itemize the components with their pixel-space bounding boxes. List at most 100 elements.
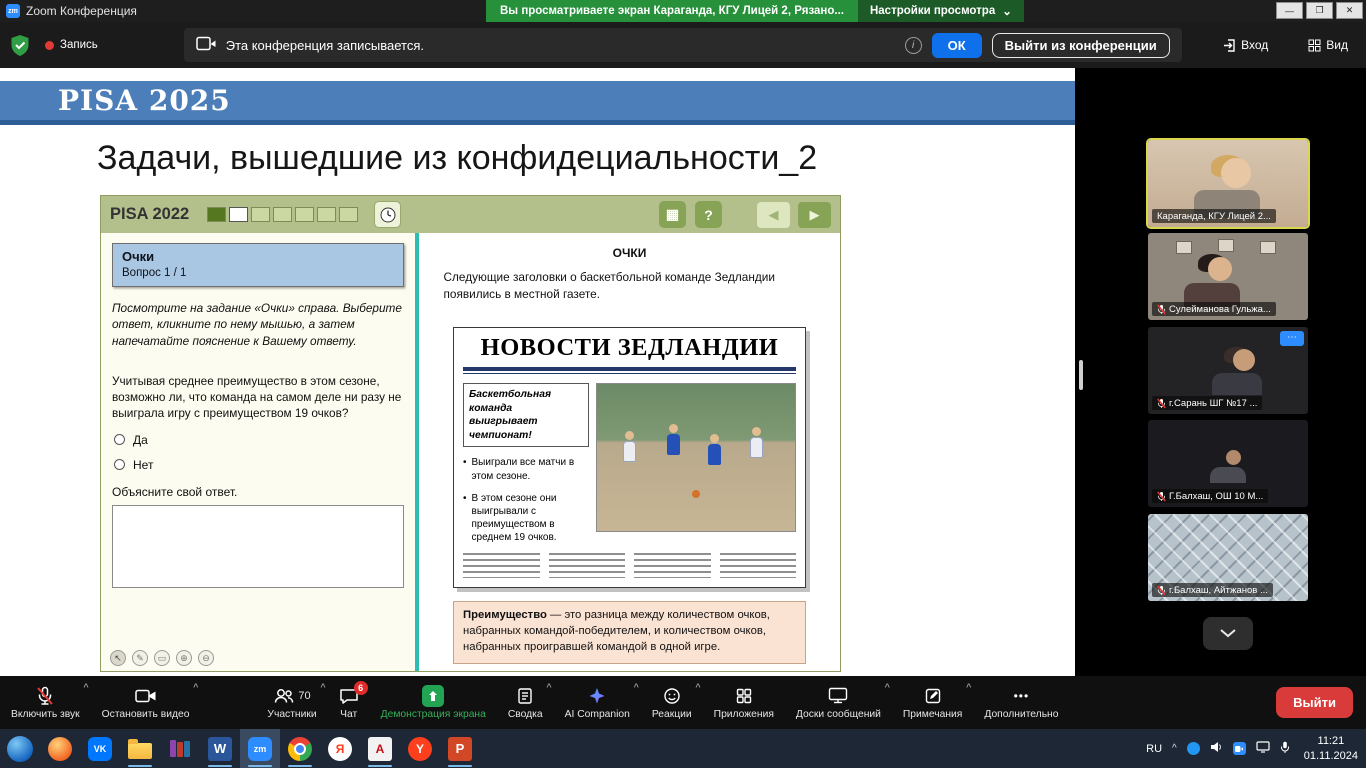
taskbar-word-button[interactable]: W xyxy=(200,729,240,768)
tray-zoom-icon[interactable] xyxy=(1233,742,1246,755)
cursor-tool-icon[interactable]: ↖ xyxy=(110,650,126,666)
progress-segment xyxy=(295,207,314,222)
smiley-icon xyxy=(663,686,681,706)
info-icon[interactable]: i xyxy=(905,37,922,54)
task-title: Очки xyxy=(122,249,394,264)
chevron-up-icon[interactable]: ^ xyxy=(320,682,325,692)
zoom-app-icon: zm xyxy=(6,4,20,18)
collapse-videos-button[interactable] xyxy=(1203,617,1253,650)
taskbar-chrome-button[interactable] xyxy=(280,729,320,768)
view-settings-dropdown[interactable]: Настройки просмотра ⌄ xyxy=(858,0,1024,22)
taskbar-yandex-button[interactable]: Я xyxy=(320,729,360,768)
more-button[interactable]: ••• Дополнительно xyxy=(973,676,1069,729)
view-settings-label: Настройки просмотра xyxy=(870,5,995,17)
notes-label: Примечания xyxy=(903,709,962,720)
restore-button[interactable]: ❐ xyxy=(1306,2,1333,19)
leave-meeting-button[interactable]: Выйти из конференции xyxy=(992,33,1170,58)
taskbar-winrar-button[interactable] xyxy=(160,729,200,768)
more-dots-icon: ••• xyxy=(1014,686,1030,706)
next-question-button[interactable]: ▶ xyxy=(798,202,831,228)
language-indicator[interactable]: RU xyxy=(1146,743,1162,755)
ai-companion-label: AI Companion xyxy=(565,709,630,720)
tray-expand-icon[interactable]: ^ xyxy=(1172,743,1177,754)
radio-yes[interactable] xyxy=(114,434,125,445)
participant-tile[interactable]: Караганда, КГУ Лицей 2... xyxy=(1148,140,1308,227)
ok-button[interactable]: ОК xyxy=(932,33,982,58)
option-yes-row[interactable]: Да xyxy=(112,433,404,447)
mic-off-icon xyxy=(36,686,54,706)
participant-more-button[interactable]: ⋯ xyxy=(1280,331,1304,346)
ai-companion-button[interactable]: ^ AI Companion xyxy=(554,676,641,729)
more-label: Дополнительно xyxy=(984,709,1058,720)
tray-app-icon[interactable] xyxy=(1187,742,1200,755)
chevron-up-icon[interactable]: ^ xyxy=(83,682,88,692)
participants-button[interactable]: ^ 70 Участники xyxy=(256,676,327,729)
tray-volume-icon[interactable] xyxy=(1210,741,1223,756)
chat-button[interactable]: ^ 6 Чат xyxy=(328,676,370,729)
chevron-up-icon[interactable]: ^ xyxy=(885,682,890,692)
chevron-up-icon[interactable]: ^ xyxy=(546,682,551,692)
stop-video-button[interactable]: ^ Остановить видео xyxy=(91,676,201,729)
minimize-button[interactable]: — xyxy=(1276,2,1303,19)
chevron-up-icon[interactable]: ^ xyxy=(193,682,198,692)
calculator-button[interactable]: ▦ xyxy=(659,201,686,228)
progress-segment xyxy=(207,207,226,222)
question-panel: Очки Вопрос 1 / 1 Посмотрите на задание … xyxy=(101,233,419,671)
help-button[interactable]: ? xyxy=(695,201,722,228)
participant-tile[interactable]: ⋯ г.Сарань ШГ №17 ... xyxy=(1148,327,1308,414)
timer-clock-icon[interactable] xyxy=(374,201,401,228)
apps-button[interactable]: Приложения xyxy=(703,676,785,729)
chevron-up-icon[interactable]: ^ xyxy=(634,682,639,692)
sidebar-scrollbar[interactable] xyxy=(1079,360,1083,390)
taskbar-yandex-browser-button[interactable]: Y xyxy=(400,729,440,768)
summary-button[interactable]: ^ Сводка xyxy=(497,676,554,729)
stimulus-panel: ОЧКИ Следующие заголовки о баскетбольной… xyxy=(419,233,840,671)
tray-display-icon[interactable] xyxy=(1256,741,1270,756)
chevron-up-icon[interactable]: ^ xyxy=(966,682,971,692)
summary-doc-icon xyxy=(516,686,534,706)
chevron-up-icon[interactable]: ^ xyxy=(695,682,700,692)
viewing-banner: Вы просматриваете экран Караганда, КГУ Л… xyxy=(486,0,1024,22)
reactions-button[interactable]: ^ Реакции xyxy=(641,676,703,729)
option-no-row[interactable]: Нет xyxy=(112,458,404,472)
notes-button[interactable]: ^ Примечания xyxy=(892,676,973,729)
taskbar-explorer-button[interactable] xyxy=(120,729,160,768)
start-button[interactable] xyxy=(0,729,40,768)
whiteboards-button[interactable]: ^ Доски сообщений xyxy=(785,676,892,729)
newspaper-clipping: НОВОСТИ ЗЕДЛАНДИИ Баскетбольная команда … xyxy=(453,327,806,588)
close-button[interactable]: ✕ xyxy=(1336,2,1363,19)
tray-mic-icon[interactable] xyxy=(1280,741,1290,757)
clock-date: 01.11.2024 xyxy=(1304,749,1358,763)
video-camera-icon xyxy=(135,686,157,706)
share-screen-button[interactable]: Демонстрация экрана xyxy=(370,676,497,729)
taskbar-acrobat-button[interactable]: A xyxy=(360,729,400,768)
view-button[interactable]: Вид xyxy=(1308,38,1348,52)
zoom-icon: zm xyxy=(248,737,272,761)
mute-button[interactable]: ^ Включить звук xyxy=(0,676,91,729)
participant-tile[interactable]: Сулейманова Гульжа... xyxy=(1148,233,1308,320)
taskbar-clock[interactable]: 11:21 01.11.2024 xyxy=(1304,734,1358,763)
radio-no[interactable] xyxy=(114,459,125,470)
pen-tool-icon[interactable]: ✎ xyxy=(132,650,148,666)
viewing-banner-text: Вы просматриваете экран Караганда, КГУ Л… xyxy=(486,0,858,22)
slide-header-bar: PISA 2025 xyxy=(0,81,1075,125)
login-button[interactable]: Вход xyxy=(1223,38,1268,52)
taskbar-browser-button[interactable] xyxy=(40,729,80,768)
security-shield-icon[interactable] xyxy=(10,34,30,57)
taskbar-zoom-button[interactable]: zm xyxy=(240,729,280,768)
participant-tile[interactable]: г.Балхаш, Айтжанов ... xyxy=(1148,514,1308,601)
taskbar-powerpoint-button[interactable]: P xyxy=(440,729,480,768)
annotation-tools: ↖ ✎ ▭ ⊕ ⊖ xyxy=(110,650,214,666)
participant-tile[interactable]: Г.Балхаш, ОШ 10 М... xyxy=(1148,420,1308,507)
prev-question-button[interactable]: ◀ xyxy=(757,202,790,228)
leave-button[interactable]: Выйти xyxy=(1276,687,1353,718)
answer-textarea[interactable] xyxy=(112,505,404,588)
taskbar-vk-button[interactable]: VK xyxy=(80,729,120,768)
word-icon: W xyxy=(208,737,232,761)
zoom-in-tool-icon[interactable]: ⊕ xyxy=(176,650,192,666)
highlight-tool-icon[interactable]: ▭ xyxy=(154,650,170,666)
mic-off-icon xyxy=(1157,398,1166,409)
participant-name-badge: Караганда, КГУ Лицей 2... xyxy=(1152,209,1276,223)
zoom-out-tool-icon[interactable]: ⊖ xyxy=(198,650,214,666)
participants-sidebar: Караганда, КГУ Лицей 2... Сулейманова Гу… xyxy=(1075,68,1366,676)
